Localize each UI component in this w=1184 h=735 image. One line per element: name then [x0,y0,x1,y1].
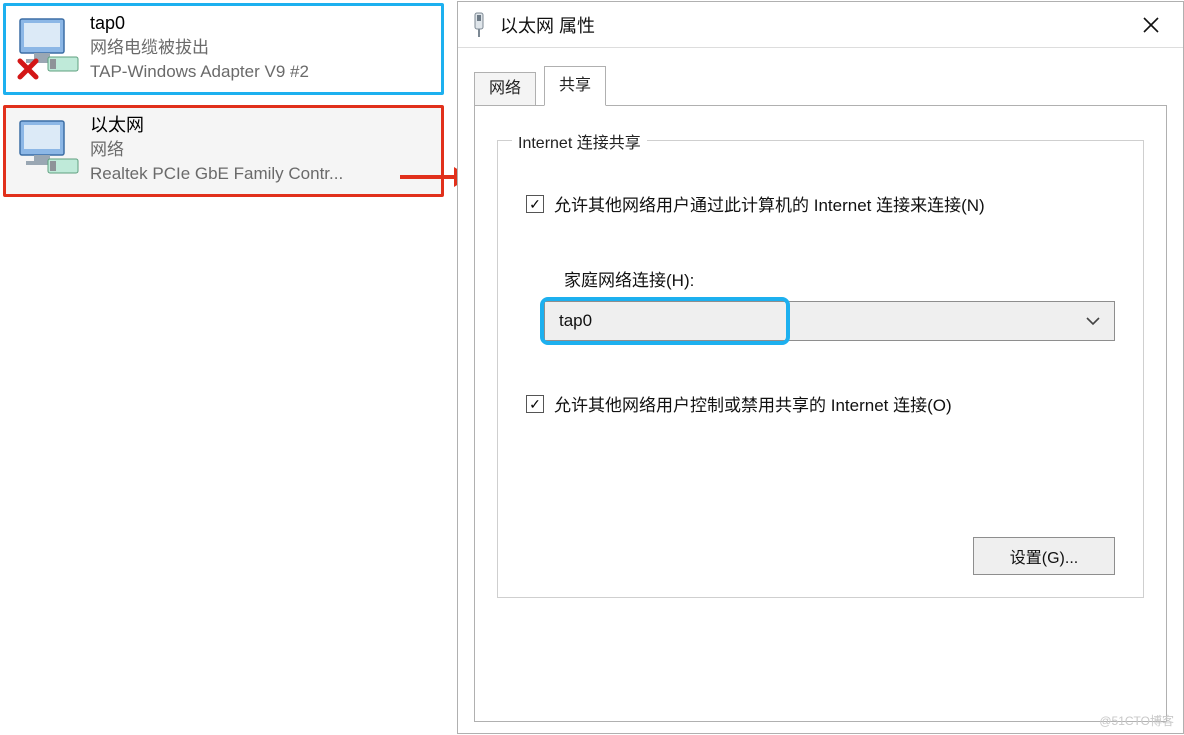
dialog-body: 网络 共享 Internet 连接共享 允许其他网络用户通过此计算机的 Inte… [458,48,1183,733]
network-adapter-icon [14,113,84,183]
dialog-titlebar: 以太网 属性 [458,2,1183,48]
group-legend: Internet 连接共享 [512,129,647,153]
adapter-device-label: TAP-Windows Adapter V9 #2 [90,60,433,84]
adapter-name-label: 以太网 [90,113,433,138]
home-network-dropdown[interactable]: tap0 [544,301,1115,341]
tab-sharing[interactable]: 共享 [544,66,606,106]
allow-share-row: 允许其他网络用户通过此计算机的 Internet 连接来连接(N) [526,191,1115,216]
tab-strip: 网络 共享 [474,66,1167,106]
adapter-device-label: Realtek PCIe GbE Family Contr... [90,162,433,186]
adapter-status-label: 网络电缆被拔出 [90,36,433,60]
ethernet-properties-dialog: 以太网 属性 网络 共享 Internet 连接共享 允许其他网络用户通过此计算… [457,1,1184,734]
settings-button[interactable]: 设置(G)... [973,537,1115,575]
home-network-selected-value: tap0 [559,311,592,331]
allow-share-label: 允许其他网络用户通过此计算机的 Internet 连接来连接(N) [554,191,985,216]
adapter-status-label: 网络 [90,138,433,162]
close-button[interactable] [1125,6,1177,44]
home-network-label: 家庭网络连接(H): [564,266,1115,291]
network-adapter-list: tap0 网络电缆被拔出 TAP-Windows Adapter V9 #2 以… [3,3,444,207]
adapter-texts: tap0 网络电缆被拔出 TAP-Windows Adapter V9 #2 [90,11,433,84]
home-network-dropdown-wrap: tap0 [544,301,1115,341]
dialog-title: 以太网 属性 [500,12,1125,38]
nic-icon [468,11,490,39]
internet-connection-sharing-group: Internet 连接共享 允许其他网络用户通过此计算机的 Internet 连… [497,140,1144,598]
allow-control-checkbox[interactable] [526,395,544,413]
adapter-item-tap0[interactable]: tap0 网络电缆被拔出 TAP-Windows Adapter V9 #2 [3,3,444,95]
chevron-down-icon [1086,311,1100,331]
settings-button-row: 设置(G)... [973,537,1115,575]
close-icon [1143,17,1159,33]
adapter-name-label: tap0 [90,11,433,36]
allow-control-row: 允许其他网络用户控制或禁用共享的 Internet 连接(O) [526,391,1115,416]
network-adapter-icon [14,11,84,81]
tab-network[interactable]: 网络 [474,72,536,106]
adapter-texts: 以太网 网络 Realtek PCIe GbE Family Contr... [90,113,433,186]
adapter-item-ethernet[interactable]: 以太网 网络 Realtek PCIe GbE Family Contr... [3,105,444,197]
allow-control-label: 允许其他网络用户控制或禁用共享的 Internet 连接(O) [554,391,952,416]
allow-share-checkbox[interactable] [526,195,544,213]
tab-panel-sharing: Internet 连接共享 允许其他网络用户通过此计算机的 Internet 连… [474,105,1167,722]
